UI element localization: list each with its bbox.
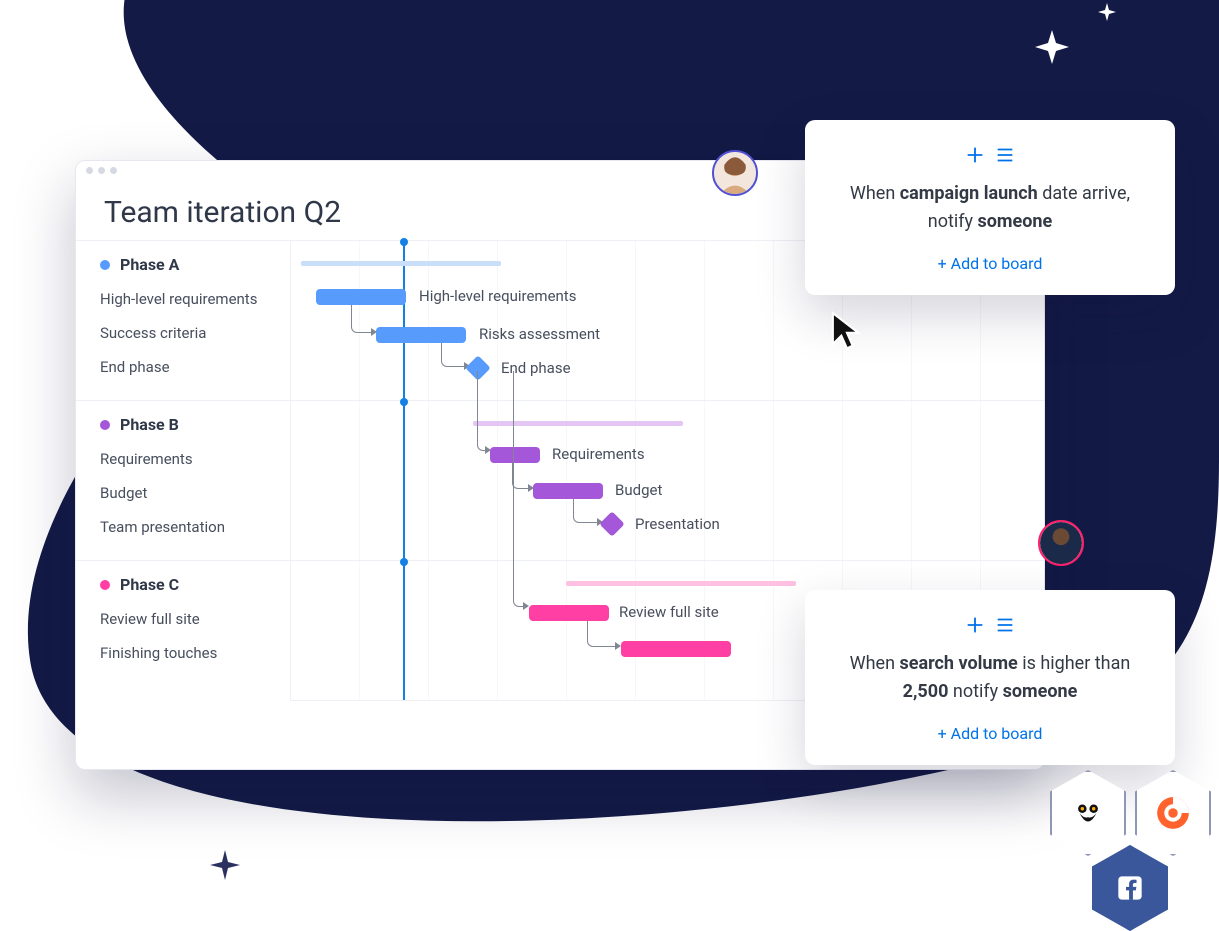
avatar[interactable] — [712, 150, 758, 196]
hootsuite-badge[interactable] — [1050, 770, 1126, 856]
facebook-icon — [1116, 874, 1144, 902]
phase-header[interactable]: Phase B — [76, 401, 290, 442]
dependency-arrow-icon — [477, 371, 487, 451]
task-label[interactable]: Finishing touches — [76, 636, 290, 670]
phase-a-tasks: Phase A High-level requirements Success … — [76, 241, 291, 401]
phase-a-label: Phase A — [120, 255, 179, 274]
traffic-dot — [98, 167, 105, 174]
task-label[interactable]: Team presentation — [76, 510, 290, 544]
gantt-bar[interactable] — [533, 483, 603, 499]
task-label[interactable]: Budget — [76, 476, 290, 510]
automation-recipe-icons — [835, 144, 1145, 166]
dependency-arrow-icon — [587, 621, 617, 647]
today-indicator — [403, 401, 405, 560]
list-icon — [994, 614, 1016, 636]
gantt-bar[interactable] — [316, 289, 406, 305]
traffic-dot — [110, 167, 117, 174]
automation-card-campaign: When campaign launch date arrive, notify… — [805, 120, 1175, 295]
automation-rule-text: When campaign launch date arrive, notify… — [835, 180, 1145, 236]
facebook-badge[interactable] — [1092, 845, 1168, 931]
automation-card-search-volume: When search volume is higher than 2,500 … — [805, 590, 1175, 765]
gantt-bar-label: Risks assessment — [479, 325, 600, 343]
gantt-bar[interactable] — [621, 641, 731, 657]
automation-rule-text: When search volume is higher than 2,500 … — [835, 650, 1145, 706]
dependency-arrow-icon — [441, 343, 466, 367]
gantt-bar[interactable] — [376, 327, 466, 343]
avatar[interactable] — [1038, 520, 1084, 566]
list-icon — [994, 144, 1016, 166]
gantt-bar-label: High-level requirements — [419, 287, 576, 305]
sparkle-icon — [1035, 30, 1069, 64]
phase-summary-bar[interactable] — [301, 261, 501, 266]
task-label[interactable]: Success criteria — [76, 316, 290, 350]
task-label[interactable]: Review full site — [76, 602, 290, 636]
sparkle-icon — [1098, 3, 1116, 21]
plus-icon — [964, 614, 986, 636]
add-to-board-button[interactable]: + Add to board — [835, 724, 1145, 743]
phase-dot-icon — [100, 260, 110, 270]
today-indicator — [403, 561, 405, 700]
phase-dot-icon — [100, 580, 110, 590]
task-label[interactable]: High-level requirements — [76, 282, 290, 316]
gantt-bar-label: Budget — [615, 481, 662, 499]
semrush-badge[interactable] — [1135, 770, 1211, 856]
gantt-bar-label: Requirements — [552, 445, 645, 463]
gantt-bar-label: Presentation — [635, 515, 720, 533]
gantt-bar[interactable] — [529, 605, 609, 621]
plus-icon — [964, 144, 986, 166]
phase-b-label: Phase B — [120, 415, 179, 434]
automation-recipe-icons — [835, 614, 1145, 636]
phase-header[interactable]: Phase A — [76, 241, 290, 282]
traffic-dot — [86, 167, 93, 174]
semrush-icon — [1154, 794, 1192, 832]
cursor-icon — [830, 310, 864, 350]
task-label[interactable]: Requirements — [76, 442, 290, 476]
phase-summary-bar[interactable] — [566, 581, 796, 586]
dependency-arrow-icon — [513, 371, 525, 607]
gantt-bar-label: Review full site — [619, 603, 719, 621]
task-label[interactable]: End phase — [76, 350, 290, 384]
dependency-arrow-icon — [351, 305, 373, 333]
add-to-board-button[interactable]: + Add to board — [835, 254, 1145, 273]
gantt-bar-label: End phase — [501, 359, 571, 377]
phase-c-tasks: Phase C Review full site Finishing touch… — [76, 561, 291, 701]
phase-dot-icon — [100, 420, 110, 430]
dependency-arrow-icon — [573, 499, 599, 523]
hootsuite-icon — [1071, 796, 1105, 830]
phase-b-tasks: Phase B Requirements Budget Team present… — [76, 401, 291, 561]
phase-c-label: Phase C — [120, 575, 179, 594]
phase-b-chart[interactable]: Requirements Budget Presentation — [291, 401, 1044, 561]
sparkle-icon — [210, 850, 240, 880]
phase-summary-bar[interactable] — [473, 421, 683, 426]
phase-header[interactable]: Phase C — [76, 561, 290, 602]
